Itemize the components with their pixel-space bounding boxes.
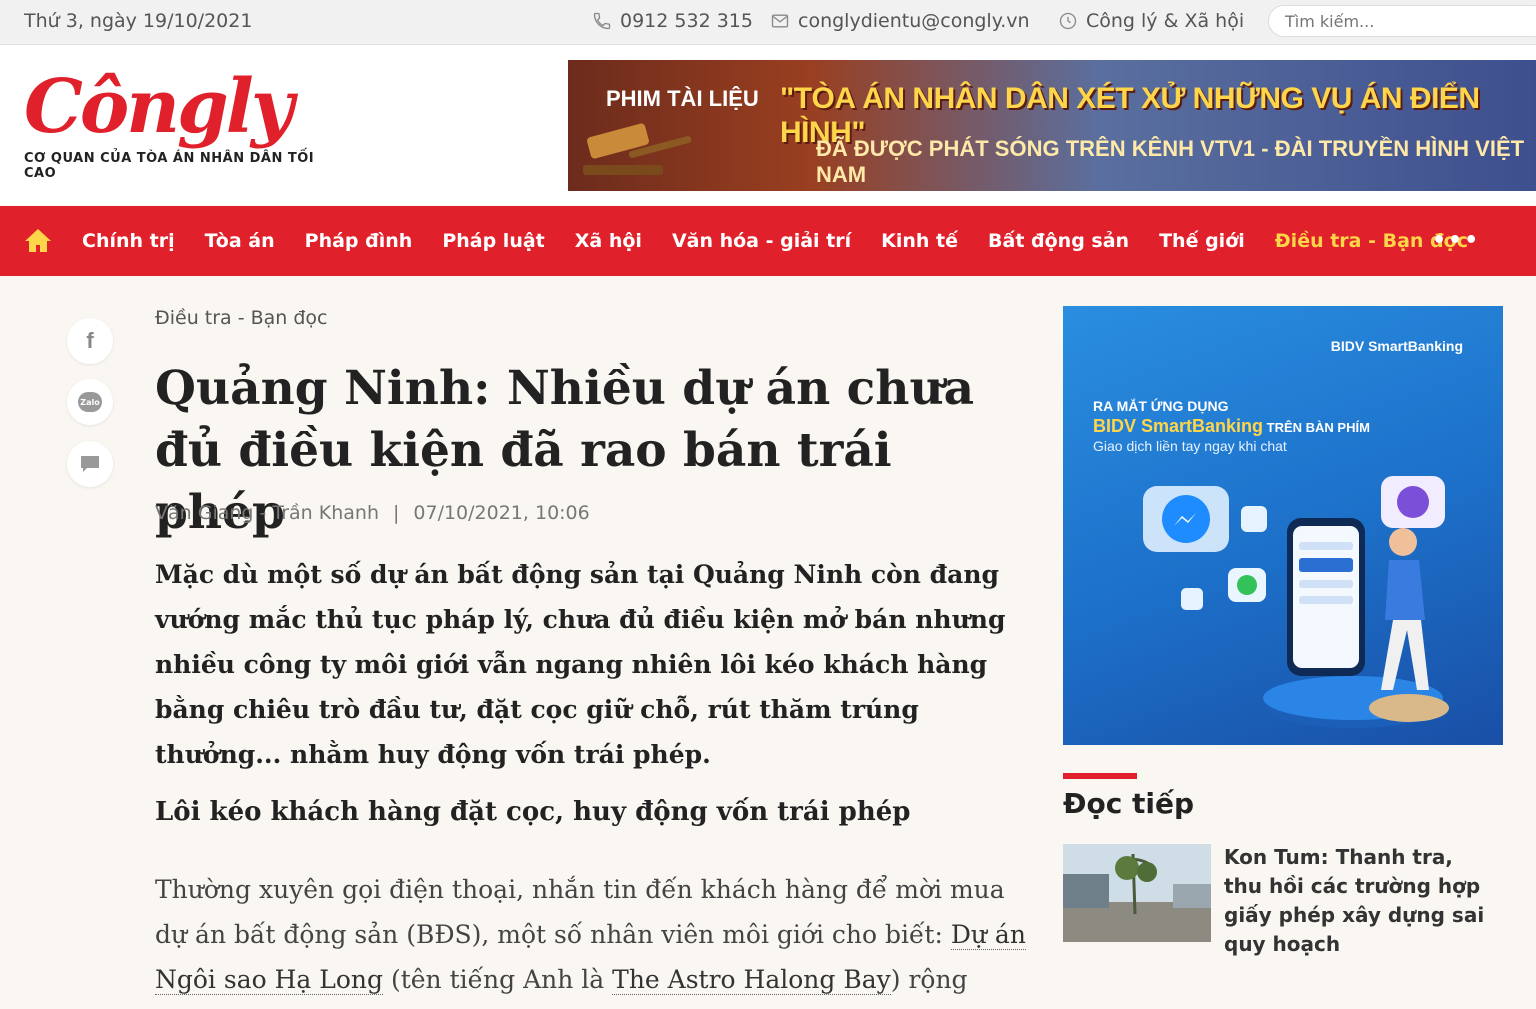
article-author: Văn Giang - Trần Khanh	[155, 502, 379, 524]
gavel-icon	[583, 123, 692, 175]
zalo-icon: Zalo	[78, 392, 102, 412]
email-address: conglydientu@congly.vn	[798, 10, 1030, 32]
nav-item-van-hoa-giai-tri[interactable]: Văn hóa - giải trí	[672, 230, 851, 252]
current-date: Thứ 3, ngày 19/10/2021	[24, 10, 253, 32]
more-menu-button[interactable]: •••	[1432, 228, 1480, 253]
share-facebook-button[interactable]: f	[67, 318, 113, 364]
meta-separator: |	[392, 502, 400, 524]
brand-section-label: Công lý & Xã hội	[1086, 10, 1245, 32]
nav-item-toa-an[interactable]: Tòa án	[205, 230, 275, 252]
article-datetime: 07/10/2021, 10:06	[413, 502, 590, 524]
ad-illustration	[1143, 476, 1449, 728]
logo-wordmark: Côngly	[24, 64, 294, 150]
body-text: ) rộng	[890, 965, 968, 994]
search-input[interactable]	[1268, 5, 1536, 37]
breadcrumb[interactable]: Điều tra - Bạn đọc	[155, 307, 328, 329]
body-text: Thường xuyên gọi điện thoại, nhắn tin đế…	[155, 875, 1005, 949]
banner-kicker: PHIM TÀI LIỆU	[606, 86, 759, 111]
comment-icon	[81, 456, 99, 472]
main-nav: Chính trị Tòa án Pháp đình Pháp luật Xã …	[0, 206, 1536, 276]
brand-section-link[interactable]: Công lý & Xã hội	[1058, 10, 1244, 32]
article-subheading: Lôi kéo khách hàng đặt cọc, huy động vốn…	[155, 797, 911, 827]
facebook-icon: f	[86, 328, 94, 353]
nav-item-xa-hoi[interactable]: Xã hội	[575, 230, 642, 252]
documentary-banner[interactable]: PHIM TÀI LIỆU "TÒA ÁN NHÂN DÂN XÉT XỬ NH…	[568, 60, 1536, 191]
nav-item-phap-luat[interactable]: Pháp luật	[442, 230, 544, 252]
nav-item-the-gioi[interactable]: Thế giới	[1159, 230, 1245, 252]
logo-tagline: CƠ QUAN CỦA TÒA ÁN NHÂN DÂN TỐI CAO	[24, 151, 315, 181]
site-logo[interactable]: Côngly CƠ QUAN CỦA TÒA ÁN NHÂN DÂN TỐI C…	[24, 67, 344, 207]
read-more-accent-bar	[1063, 773, 1137, 779]
read-more-heading: Đọc tiếp	[1063, 787, 1195, 820]
mail-icon	[771, 14, 789, 28]
nav-links: Chính trị Tòa án Pháp đình Pháp luật Xã …	[82, 206, 1498, 276]
banner-subline: ĐÃ ĐƯỢC PHÁT SÓNG TRÊN KÊNH VTV1 - ĐÀI T…	[816, 136, 1525, 187]
bidv-ad[interactable]: BIDV SmartBanking RA MẮT ỨNG DỤNG BIDV S…	[1063, 306, 1503, 745]
nav-item-chinh-tri[interactable]: Chính trị	[82, 230, 175, 252]
article-sapo: Mặc dù một số dự án bất động sản tại Quả…	[155, 560, 1006, 769]
phone-number: 0912 532 315	[620, 10, 753, 32]
nav-item-kinh-te[interactable]: Kinh tế	[881, 230, 958, 252]
email-link[interactable]: conglydientu@congly.vn	[770, 10, 1030, 32]
article-body: Thường xuyên gọi điện thoại, nhắn tin đế…	[155, 867, 1040, 1002]
nav-item-bat-dong-san[interactable]: Bất động sản	[988, 230, 1129, 252]
street-photo-image	[1063, 844, 1211, 942]
body-text: (tên tiếng Anh là	[383, 965, 613, 994]
zalo-icon-label: Zalo	[80, 397, 100, 407]
home-icon[interactable]	[23, 226, 53, 256]
comment-button[interactable]	[67, 441, 113, 487]
read-more-item-title[interactable]: Kon Tum: Thanh tra, thu hồi các trường h…	[1224, 843, 1494, 959]
read-more-thumbnail[interactable]	[1063, 844, 1211, 942]
top-bar: Thứ 3, ngày 19/10/2021 0912 532 315 cong…	[0, 0, 1536, 45]
clock-icon	[1059, 12, 1077, 30]
share-zalo-button[interactable]: Zalo	[67, 379, 113, 425]
phone-link[interactable]: 0912 532 315	[592, 10, 753, 32]
phone-icon	[593, 12, 611, 30]
site-header: Côngly CƠ QUAN CỦA TÒA ÁN NHÂN DÂN TỐI C…	[0, 45, 1536, 205]
link-astro-halong-bay[interactable]: The Astro Halong Bay	[612, 965, 891, 995]
nav-item-phap-dinh[interactable]: Pháp đình	[305, 230, 413, 252]
article-meta: Văn Giang - Trần Khanh | 07/10/2021, 10:06	[155, 502, 590, 524]
